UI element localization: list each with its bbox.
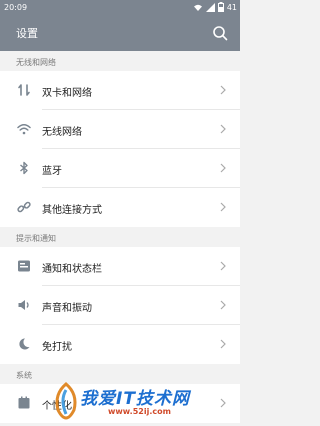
moon-icon (19, 338, 30, 350)
volume-icon (18, 300, 29, 310)
chevron-right-icon (220, 300, 226, 310)
chevron-right-icon (220, 339, 226, 349)
chevron-right-icon (220, 202, 226, 212)
wifi-icon (17, 124, 31, 135)
bluetooth-icon (20, 161, 28, 175)
watermark-url: www.52ij.com (108, 407, 171, 416)
signal-icon (205, 2, 215, 12)
chevron-right-icon (220, 124, 226, 134)
setting-item-dual-sim[interactable]: 双卡和网络 (0, 71, 240, 110)
chevron-right-icon (220, 85, 226, 95)
watermark-logo-icon (55, 382, 77, 420)
setting-label: 免打扰 (42, 342, 72, 353)
group-notifications: 通知和状态栏 声音和振动 免打扰 (0, 247, 240, 364)
status-time: 20:09 (4, 3, 28, 12)
section-header-wireless: 无线和网络 (0, 51, 240, 71)
dual-sim-icon (18, 84, 30, 96)
setting-item-do-not-disturb[interactable]: 免打扰 (0, 325, 240, 364)
notification-icon (18, 260, 30, 272)
setting-item-sound-vibration[interactable]: 声音和振动 (0, 286, 240, 325)
section-title: 无线和网络 (16, 58, 56, 67)
app-header: 设置 (0, 15, 240, 51)
page-title: 设置 (16, 27, 38, 40)
status-bar: 20:09 41 (0, 0, 240, 15)
setting-label: 无线网络 (42, 127, 82, 138)
wifi-status-icon (193, 4, 202, 11)
watermark: 我爱IT技术网 www.52ij.com (48, 380, 238, 424)
section-title: 系统 (16, 371, 32, 380)
setting-label: 声音和振动 (42, 303, 92, 314)
watermark-text: 我爱IT技术网 (80, 389, 190, 409)
link-icon (17, 201, 31, 213)
battery-level: 41 (226, 2, 237, 12)
group-wireless: 双卡和网络 无线网络 蓝牙 其他连接方式 (0, 71, 240, 227)
chevron-right-icon (220, 163, 226, 173)
battery-icon (217, 2, 224, 12)
setting-item-notification-bar[interactable]: 通知和状态栏 (0, 247, 240, 286)
setting-label: 通知和状态栏 (42, 264, 102, 275)
setting-label: 其他连接方式 (42, 205, 102, 216)
setting-item-bluetooth[interactable]: 蓝牙 (0, 149, 240, 188)
setting-label: 蓝牙 (42, 166, 62, 177)
personalization-icon (18, 396, 30, 409)
setting-item-wifi[interactable]: 无线网络 (0, 110, 240, 149)
chevron-right-icon (220, 261, 226, 271)
setting-item-other-connections[interactable]: 其他连接方式 (0, 188, 240, 227)
setting-label: 双卡和网络 (42, 88, 92, 99)
section-header-notifications: 提示和通知 (0, 227, 240, 247)
search-icon[interactable] (212, 25, 228, 41)
section-title: 提示和通知 (16, 234, 56, 243)
